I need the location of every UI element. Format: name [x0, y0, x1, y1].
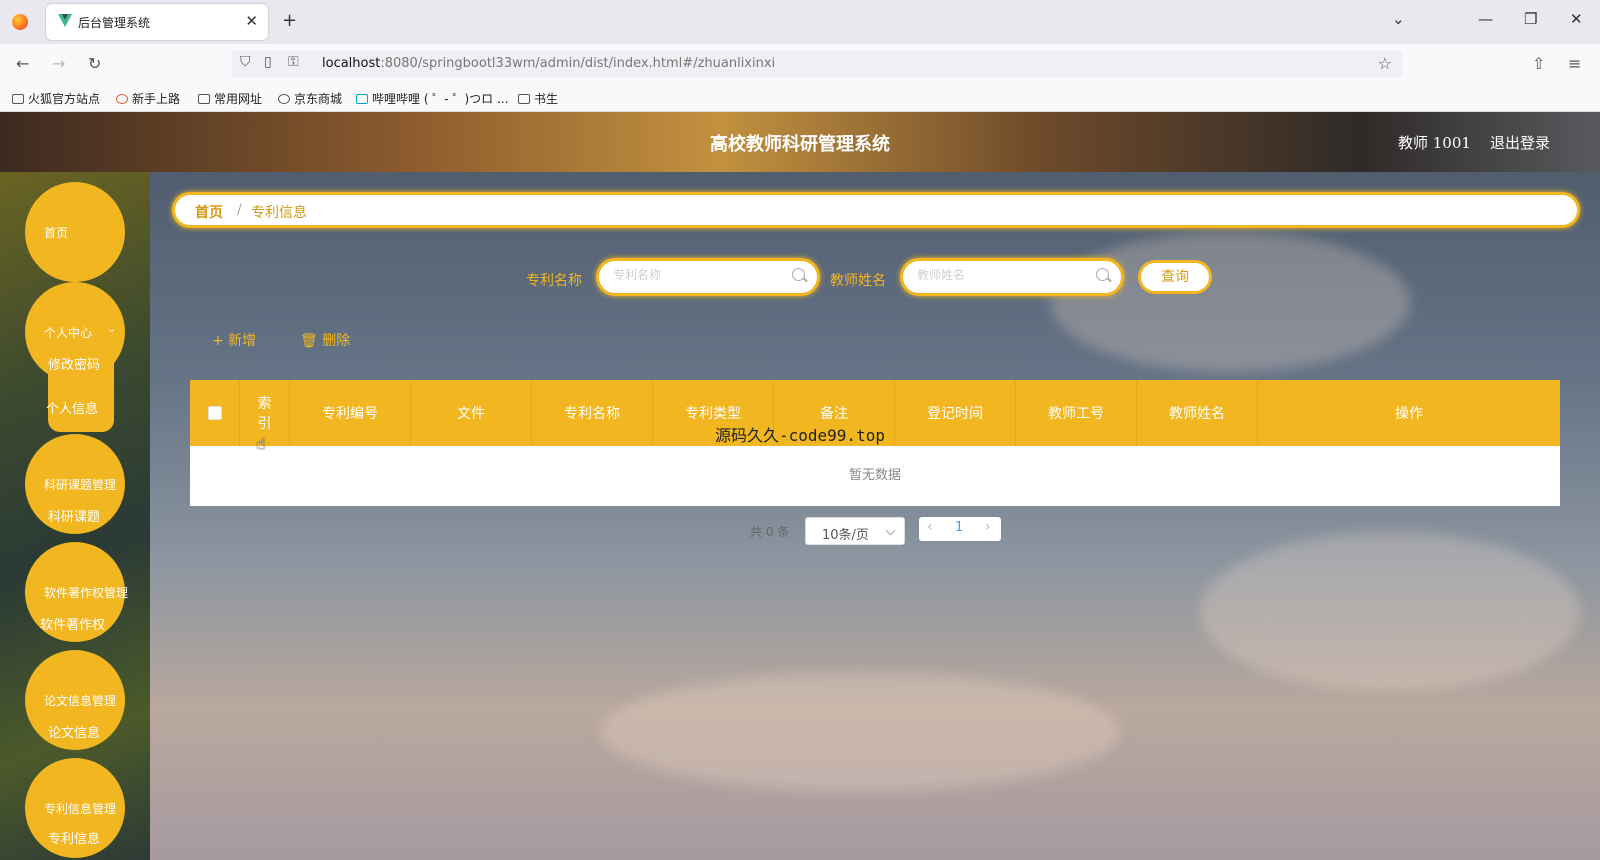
column-header: 操作: [1395, 406, 1423, 422]
tab-close-icon[interactable]: ✕: [245, 12, 258, 30]
breadcrumb: 首页 / 专利信息: [172, 192, 1580, 228]
browser-tabbar: 后台管理系统 ✕ + ⌄ — ❐ ✕: [0, 0, 1600, 44]
search-icon: [792, 268, 805, 281]
patent-name-search[interactable]: [596, 258, 820, 296]
sidebar-item-software[interactable]: 软件著作权: [40, 614, 105, 633]
app-header: 高校教师科研管理系统 教师 1001 退出登录: [0, 112, 1600, 172]
patent-name-input[interactable]: [613, 268, 783, 282]
sidebar-item-paper[interactable]: 论文信息: [48, 722, 100, 741]
teacher-name-label: 教师姓名: [830, 273, 886, 289]
breadcrumb-current: 专利信息: [251, 205, 307, 221]
bilibili-icon: [356, 94, 368, 104]
bg-cloud: [1200, 532, 1580, 692]
column-header: 专利编号: [290, 380, 411, 446]
bookmark-item[interactable]: 火狐官方站点: [12, 90, 100, 107]
page-size-select[interactable]: 10条/页: [805, 517, 905, 545]
search-icon: [1096, 268, 1109, 281]
sidebar: 首页 个人中心 ⌄ 修改密码 个人信息 科研课题管理 科研课题 软件著作权管理 …: [0, 172, 150, 860]
list-tabs-icon[interactable]: ⌄: [1392, 10, 1405, 28]
app-root: 高校教师科研管理系统 教师 1001 退出登录 首页 个人中心 ⌄ 修改密码 个…: [0, 112, 1600, 860]
folder-icon: [12, 94, 24, 104]
firefox-icon[interactable]: [12, 14, 28, 30]
pagination-total: 共 0 条: [750, 525, 790, 539]
bookmark-item[interactable]: 书生: [518, 90, 558, 107]
column-header: 教师姓名: [1137, 380, 1258, 446]
url-text[interactable]: localhost:8080/springbootl33wm/admin/dis…: [322, 56, 775, 71]
chevron-down-icon: ⌄: [107, 322, 117, 335]
current-user: 教师 1001: [1398, 134, 1471, 152]
sidebar-item-personal-info[interactable]: 个人信息: [46, 398, 98, 417]
restore-icon[interactable]: ❐: [1524, 10, 1537, 28]
forward-icon[interactable]: →: [52, 54, 65, 73]
bookmark-item[interactable]: 哔哩哔哩 ( ゜- ゜)つロ ...: [356, 90, 508, 107]
pagination-nav: ‹ 1 ›: [919, 517, 1001, 541]
sidebar-item-patent[interactable]: 专利信息: [48, 828, 100, 847]
extensions-icon[interactable]: ⇧: [1532, 54, 1545, 73]
select-all-cell: [190, 380, 240, 446]
breadcrumb-separator: /: [237, 202, 242, 218]
folder-icon: [518, 94, 530, 104]
url-host: localhost: [322, 56, 381, 71]
app-title: 高校教师科研管理系统: [710, 134, 890, 155]
firefox-small-icon: [116, 94, 128, 104]
reload-icon[interactable]: ↻: [88, 54, 101, 73]
tab-title: 后台管理系统: [78, 16, 151, 30]
empty-state: 暂无数据: [848, 468, 901, 483]
new-tab-button[interactable]: +: [282, 10, 297, 31]
patent-name-label: 专利名称: [526, 273, 582, 289]
bg-cloud: [1050, 232, 1410, 372]
breadcrumb-home[interactable]: 首页: [195, 202, 223, 222]
folder-icon: [198, 94, 210, 104]
shield-icon[interactable]: ⛉: [240, 54, 251, 70]
bookmark-item[interactable]: 新手上路: [116, 90, 180, 107]
delete-button[interactable]: 🗑 删除: [300, 330, 350, 350]
minimize-icon[interactable]: —: [1478, 10, 1493, 28]
query-button[interactable]: 查询: [1138, 260, 1212, 294]
select-all-checkbox[interactable]: [207, 406, 222, 420]
url-bar[interactable]: ⛉ ▯ ⚿ localhost:8080/springbootl33wm/adm…: [232, 50, 1402, 78]
browser-navbar: ← → ↻ ⛉ ▯ ⚿ localhost:8080/springbootl33…: [0, 44, 1600, 84]
prev-page-icon[interactable]: ‹: [927, 519, 933, 535]
column-header: 教师工号: [1016, 380, 1137, 446]
column-header: 文件: [411, 380, 532, 446]
menu-icon[interactable]: ≡: [1568, 54, 1581, 73]
bookmark-item[interactable]: 常用网址: [198, 90, 262, 107]
bookmark-item[interactable]: 京东商城: [278, 90, 342, 107]
window-close-icon[interactable]: ✕: [1570, 10, 1583, 28]
sidebar-item-project[interactable]: 科研课题: [48, 506, 100, 525]
bookmarks-bar: 火狐官方站点 新手上路 常用网址 京东商城 哔哩哔哩 ( ゜- ゜)つロ ...…: [0, 84, 1600, 112]
add-button[interactable]: + 新增: [212, 330, 256, 350]
page-number[interactable]: 1: [955, 520, 963, 535]
next-page-icon[interactable]: ›: [985, 519, 991, 535]
browser-tab[interactable]: 后台管理系统 ✕: [46, 4, 268, 40]
column-header: 登记时间: [895, 380, 1016, 446]
column-header: 专利名称: [532, 380, 653, 446]
vue-favicon-icon: [58, 14, 72, 27]
sidebar-item-change-password[interactable]: 修改密码: [48, 354, 100, 373]
url-path: :8080/springbootl33wm/admin/dist/index.h…: [380, 56, 776, 71]
pointer-cursor-icon: ☝: [256, 434, 266, 453]
globe-icon: [278, 94, 290, 104]
page-icon[interactable]: ▯: [264, 54, 272, 70]
bookmark-star-icon[interactable]: ☆: [1378, 54, 1392, 73]
overlay-watermark-text: 源码久久-code99.top: [715, 426, 885, 445]
logout-link[interactable]: 退出登录: [1490, 132, 1550, 153]
key-icon[interactable]: ⚿: [288, 54, 299, 70]
teacher-name-input[interactable]: [917, 268, 1087, 282]
back-icon[interactable]: ←: [16, 54, 29, 73]
teacher-name-search[interactable]: [900, 258, 1124, 296]
bg-cloud: [600, 672, 1120, 792]
sidebar-item-home[interactable]: 首页: [25, 182, 125, 282]
